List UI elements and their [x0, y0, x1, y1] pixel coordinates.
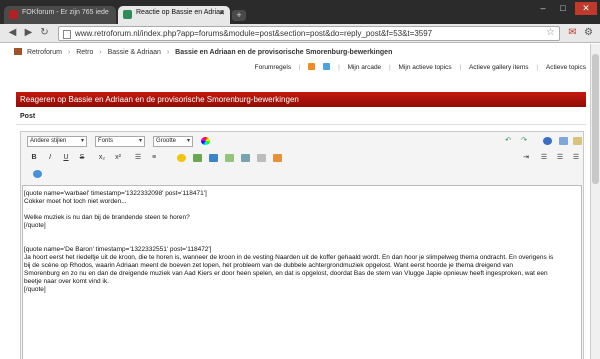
section-title: Reageren op Bassie en Adriaan en de prov…: [16, 92, 586, 107]
font-select[interactable]: Fonts: [95, 136, 145, 147]
text-line: [/quote]: [24, 222, 46, 229]
code-icon[interactable]: [257, 154, 266, 162]
minimize-button[interactable]: –: [534, 2, 552, 15]
breadcrumb-item[interactable]: Bassie & Adriaan: [108, 49, 161, 56]
text-line: [quote name='warbael' timestamp='1322332…: [24, 190, 207, 197]
twitter-icon[interactable]: [323, 63, 331, 70]
forward-arrow-icon[interactable]: ▶: [22, 27, 35, 40]
help-icon[interactable]: [543, 137, 552, 145]
maximize-button[interactable]: □: [554, 2, 572, 15]
quote-icon[interactable]: [273, 154, 282, 162]
wrench-icon[interactable]: ⚙: [582, 27, 595, 40]
page-content: Retroforum › Retro › Bassie & Adriaan › …: [8, 44, 590, 359]
subscript-button[interactable]: x₂: [97, 153, 107, 163]
page-scrollbar[interactable]: [590, 44, 600, 359]
text-line: Smorenburg en zo nu en dan de dreigende …: [24, 270, 548, 277]
size-select[interactable]: Grootte: [153, 136, 193, 147]
tab-close-icon[interactable]: ✕: [219, 9, 225, 17]
align-left-icon[interactable]: ☰: [539, 153, 549, 163]
breadcrumb-separator-icon: ›: [67, 49, 71, 56]
address-bar[interactable]: www.retroforum.nl/index.php?app=forums&m…: [58, 26, 560, 41]
numbered-list-icon[interactable]: ≡: [149, 153, 159, 163]
breadcrumb-current[interactable]: Bassie en Adriaan en de provisorische Sm…: [175, 49, 392, 56]
text-line: Welke muziek is nu dan bij de brandende …: [24, 214, 190, 221]
breadcrumb-separator-icon: ›: [166, 49, 170, 56]
divider: [16, 124, 586, 125]
link-icon[interactable]: [193, 154, 202, 162]
url-text: www.retroforum.nl/index.php?app=forums&m…: [75, 29, 433, 38]
separator: |: [389, 64, 391, 71]
breadcrumb: Retroforum › Retro › Bassie & Adriaan › …: [14, 48, 392, 56]
browser-titlebar: FOKforum - Er zijn 765 iede Reactie op B…: [0, 0, 600, 24]
mijn-actieve-topics-link[interactable]: Mijn actieve topics: [399, 64, 452, 71]
post-textarea[interactable]: [quote name='warbael' timestamp='1322332…: [22, 185, 582, 359]
superscript-button[interactable]: x²: [113, 153, 123, 163]
forumregels-link[interactable]: Forumregels: [255, 64, 291, 71]
home-icon: [14, 48, 22, 55]
text-line: ​: [24, 238, 580, 246]
tab-reactie[interactable]: Reactie op Bassie en Adriaa ✕: [118, 6, 230, 24]
bookmark-star-icon[interactable]: ☆: [546, 27, 555, 38]
reload-icon[interactable]: ↻: [38, 27, 51, 40]
text-line: [quote name='De Baron' timestamp='132233…: [24, 246, 212, 253]
breadcrumb-separator-icon: ›: [99, 49, 102, 56]
separator: |: [298, 64, 301, 71]
rss-icon[interactable]: [308, 63, 316, 70]
italic-button[interactable]: I: [45, 153, 55, 163]
text-line: bij de scène op Rhodos, waarin Adriaan m…: [24, 262, 514, 269]
text-line: beetje naar over komt vind ik.: [24, 278, 109, 285]
image-icon[interactable]: [209, 154, 218, 162]
post-label: Post: [20, 113, 36, 120]
breadcrumb-item[interactable]: Retro: [76, 49, 93, 56]
spellcheck-icon[interactable]: [33, 170, 42, 178]
bold-button[interactable]: B: [29, 153, 39, 163]
emoticon-icon[interactable]: [177, 154, 186, 162]
strike-button[interactable]: S: [77, 153, 87, 163]
page-icon: [63, 30, 71, 39]
close-window-button[interactable]: ✕: [575, 2, 597, 15]
separator: |: [459, 64, 462, 71]
gmail-icon[interactable]: ✉: [566, 27, 579, 40]
actieve-gallery-items-link[interactable]: Actieve gallery items: [469, 64, 529, 71]
align-right-icon[interactable]: ☰: [571, 153, 581, 163]
text-line: ​: [24, 230, 580, 238]
tab-title: Reactie op Bassie en Adriaa: [136, 9, 224, 16]
mijn-arcade-link[interactable]: Mijn arcade: [348, 64, 382, 71]
undo-icon[interactable]: ↶: [503, 136, 513, 146]
text-line: ​: [24, 206, 580, 214]
tab-fokforum[interactable]: FOKforum - Er zijn 765 iede: [4, 6, 116, 24]
text-line: Ja hoort eerst het riedeltje uit de kroo…: [24, 254, 554, 261]
fokforum-favicon-icon: [9, 10, 18, 19]
tab-title: FOKforum - Er zijn 765 iede: [22, 9, 109, 16]
retroforum-favicon-icon: [123, 10, 132, 19]
indent-icon[interactable]: ⇥: [521, 153, 531, 163]
scrollbar-thumb[interactable]: [592, 54, 599, 184]
actieve-topics-link[interactable]: Actieve topics: [546, 64, 586, 71]
browser-toolbar: ◀ ▶ ↻ www.retroforum.nl/index.php?app=fo…: [0, 24, 600, 43]
align-center-icon[interactable]: ☰: [555, 153, 565, 163]
user-links: Forumregels | | Mijn arcade | Mijn actie…: [249, 63, 586, 71]
redo-icon[interactable]: ↷: [519, 136, 529, 146]
underline-button[interactable]: U: [61, 153, 71, 163]
back-arrow-icon[interactable]: ◀: [6, 27, 19, 40]
bullet-list-icon[interactable]: ☰: [133, 153, 143, 163]
text-line: [/quote]: [24, 286, 46, 293]
media-icon[interactable]: [241, 154, 250, 162]
email-icon[interactable]: [225, 154, 234, 162]
toggle-editor-icon[interactable]: [559, 137, 568, 145]
remove-format-icon[interactable]: [573, 137, 582, 145]
style-select[interactable]: Andere stijlen: [27, 136, 87, 147]
new-tab-button[interactable]: +: [232, 10, 246, 21]
breadcrumb-item[interactable]: Retroforum: [27, 49, 62, 56]
color-picker-icon[interactable]: [201, 137, 210, 145]
separator: |: [338, 64, 340, 71]
separator: |: [536, 64, 539, 71]
post-editor: Andere stijlen Fonts Grootte ↶ ↷ B I U S…: [20, 131, 584, 359]
text-line: Cokker moet hot toch niet worden...: [24, 198, 127, 205]
